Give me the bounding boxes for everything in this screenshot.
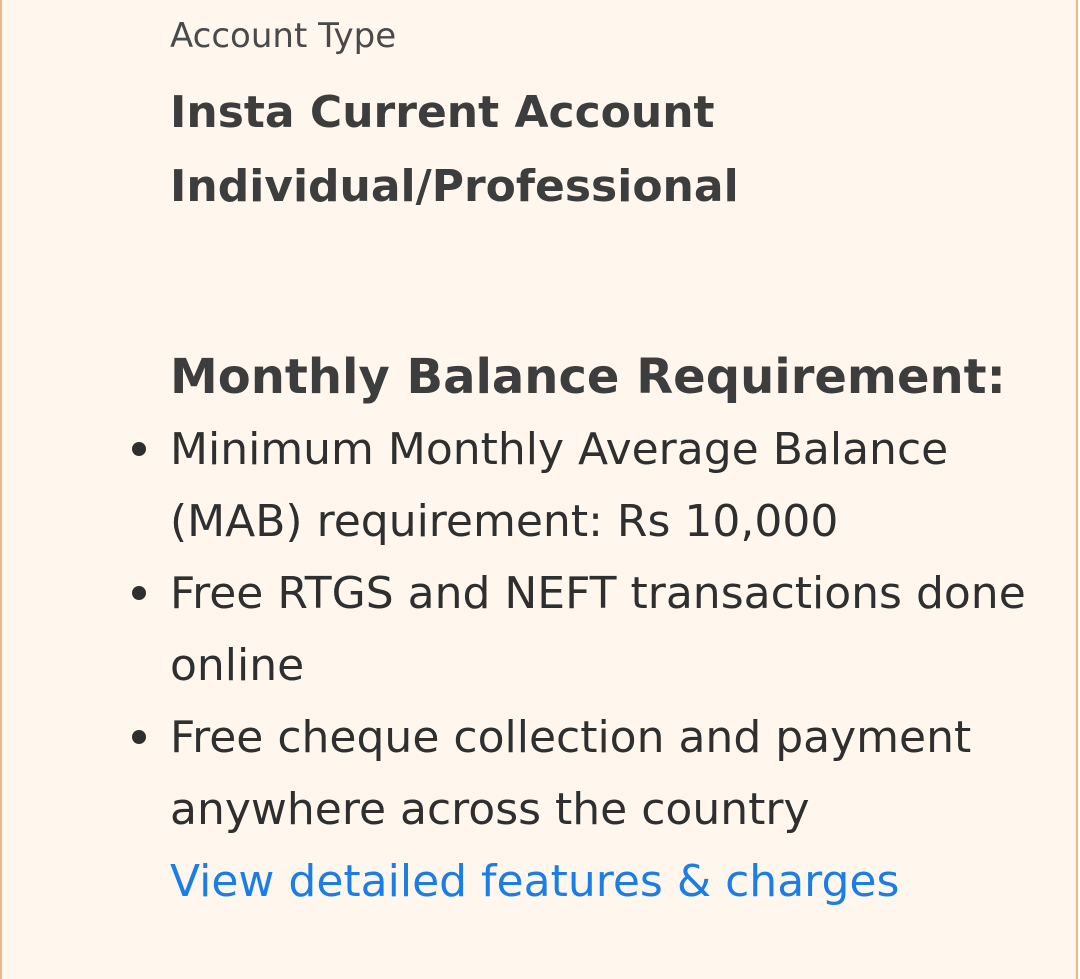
list-item: Free cheque collection and payment anywh… (132, 702, 1050, 846)
list-item: Free RTGS and NEFT transactions done onl… (132, 558, 1050, 702)
view-features-link[interactable]: View detailed features & charges (170, 846, 899, 918)
list-item: Minimum Monthly Average Balance (MAB) re… (132, 414, 1050, 558)
balance-feature-list: Minimum Monthly Average Balance (MAB) re… (132, 414, 1050, 846)
bullet-icon (132, 586, 146, 600)
account-info-card: Account Type Insta Current Account Indiv… (0, 0, 1078, 979)
account-type-value: Insta Current Account Individual/Profess… (170, 87, 739, 212)
list-item-text: Minimum Monthly Average Balance (MAB) re… (170, 424, 949, 547)
balance-section-title: Monthly Balance Requirement: (170, 349, 1006, 405)
bullet-icon (132, 730, 146, 744)
list-item-text: Free RTGS and NEFT transactions done onl… (170, 568, 1026, 691)
bullet-icon (132, 442, 146, 456)
list-item-text: Free cheque collection and payment anywh… (170, 712, 972, 835)
account-type-label: Account Type (170, 16, 397, 56)
